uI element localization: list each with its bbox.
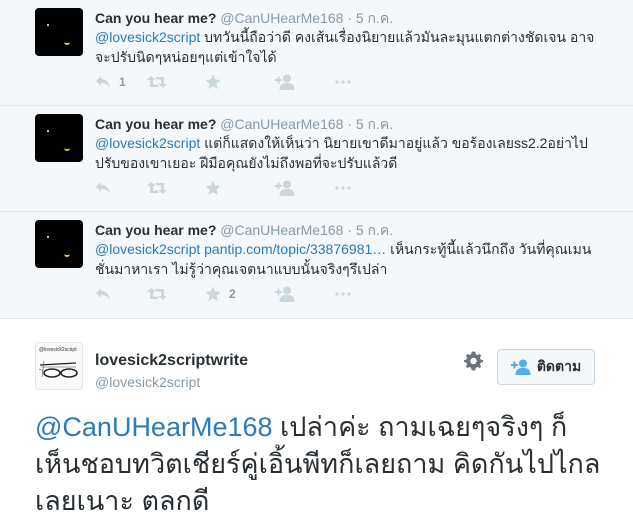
tweet-text: @lovesick2script แต่ก็แสดงให้เห็นว่า นิย… [95,133,595,173]
retweet-icon [147,288,167,300]
avatar[interactable] [35,8,83,56]
favorite-count: 2 [229,287,236,301]
follow-icon [275,286,295,302]
mention-link[interactable]: @lovesick2script [95,29,200,45]
avatar[interactable]: @lovesick2script [35,342,83,390]
retweet-icon [147,182,167,194]
retweet-button[interactable] [147,178,175,198]
retweet-button[interactable] [147,72,175,92]
follow-label: ติดตาม [536,358,582,374]
user-name[interactable]: lovesick2scriptwrite [95,352,248,370]
glasses-icon [38,360,78,378]
follow-action-button[interactable] [275,284,295,304]
follow-action-button[interactable] [275,178,295,198]
tweet-text: @lovesick2script pantip.com/topic/338769… [95,239,595,279]
gear-icon [464,351,483,371]
replies-feed: Can you hear me? @CanUHearMe168 · 5 ก.ค.… [0,0,633,319]
main-tweet: @lovesick2script lovesick2scriptwrite @l… [0,319,633,526]
retweet-icon [147,76,167,88]
favorite-button[interactable]: 2 [205,284,236,304]
tweet-actions: 2 [95,284,355,304]
favorite-icon [205,286,221,301]
reply-button[interactable] [95,284,119,304]
more-icon [335,292,351,296]
avatar[interactable] [35,220,83,268]
reply-count: 1 [119,75,126,89]
user-handle[interactable]: @lovesick2script [95,374,200,390]
mention-link[interactable]: @lovesick2script [95,241,200,257]
more-icon [335,186,351,190]
settings-button[interactable] [464,351,484,376]
tweet-actions [95,178,355,198]
user-handle[interactable]: @CanUHearMe168 [220,222,343,238]
follow-icon [510,359,531,375]
user-name[interactable]: Can you hear me? [95,10,216,26]
more-icon [335,80,351,84]
more-button[interactable] [335,284,351,304]
separator: · [347,116,352,132]
reply-tweet[interactable]: Can you hear me? @CanUHearMe168 · 5 ก.ค.… [0,0,633,106]
favorite-button[interactable] [205,72,229,92]
follow-action-button[interactable] [275,72,295,92]
user-name[interactable]: Can you hear me? [95,222,216,238]
follow-icon [275,180,295,196]
follow-icon [275,74,295,90]
separator: · [347,10,352,26]
avatar[interactable] [35,114,83,162]
favorite-button[interactable] [205,178,229,198]
reply-tweet[interactable]: Can you hear me? @CanUHearMe168 · 5 ก.ค.… [0,212,633,318]
tweet-text: @lovesick2script บทวันนี้ถือว่าดี คงเส้น… [95,27,595,67]
reply-icon [96,288,110,300]
user-handle[interactable]: @CanUHearMe168 [220,116,343,132]
more-button[interactable] [335,178,351,198]
separator: · [347,222,352,238]
reply-icon [96,182,110,194]
user-handle[interactable]: @CanUHearMe168 [220,10,343,26]
reply-button[interactable] [95,178,119,198]
reply-button[interactable]: 1 [95,72,126,92]
timestamp[interactable]: 5 ก.ค. [356,10,393,26]
user-name[interactable]: Can you hear me? [95,116,216,132]
favorite-icon [205,74,221,89]
reply-icon [96,76,110,88]
more-button[interactable] [335,72,351,92]
reply-tweet[interactable]: Can you hear me? @CanUHearMe168 · 5 ก.ค.… [0,106,633,212]
favorite-icon [205,180,221,195]
url-link[interactable]: pantip.com/topic/33876981… [200,241,386,257]
follow-button[interactable]: ติดตาม [497,349,595,385]
mention-link[interactable]: @lovesick2script [95,135,200,151]
timestamp[interactable]: 5 ก.ค. [356,222,393,238]
retweet-button[interactable] [147,284,175,304]
mention-link[interactable]: @CanUHearMe168 [35,412,273,442]
timestamp[interactable]: 5 ก.ค. [356,116,393,132]
tweet-actions: 1 [95,72,355,92]
tweet-text: @CanUHearMe168 เปล่าค่ะ ถามเฉยๆจริงๆ ก็เ… [35,409,605,520]
